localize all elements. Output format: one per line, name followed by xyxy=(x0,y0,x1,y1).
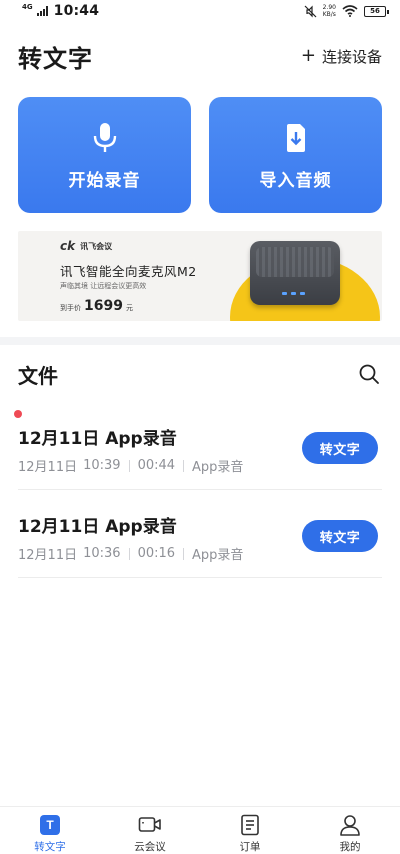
search-icon xyxy=(359,364,379,384)
meta-separator xyxy=(128,459,130,472)
video-icon xyxy=(138,814,162,836)
banner-tagline: 声临其境 让远程会议更高效 xyxy=(60,282,147,290)
nav-item-cloud-meeting[interactable]: 云会议 xyxy=(100,807,200,854)
nav-item-profile[interactable]: 我的 xyxy=(300,807,400,854)
file-date: 12月11日 xyxy=(18,548,78,563)
file-title: 12月11日 App录音 xyxy=(18,429,177,449)
file-item[interactable]: 12月11日 App录音 12月11日 10:36 00:16 App录音 转文… xyxy=(18,492,382,578)
network-type: 4G xyxy=(22,2,33,11)
transcribe-button[interactable]: 转文字 xyxy=(302,432,378,464)
price-label: 到手价 xyxy=(60,304,81,312)
file-source: App录音 xyxy=(192,548,244,563)
signal-icon xyxy=(36,6,48,16)
import-file-icon xyxy=(278,120,314,156)
file-source: App录音 xyxy=(192,460,244,475)
price-unit: 元 xyxy=(125,304,133,312)
file-title: 12月11日 App录音 xyxy=(18,517,177,537)
meta-separator xyxy=(128,547,130,560)
battery-icon: 56 xyxy=(364,5,389,17)
speed-value: 2.90 xyxy=(322,4,336,11)
brand-logo-icon: ck xyxy=(60,239,76,253)
page-header: 转文字 + 连接设备 xyxy=(0,38,400,74)
files-title: 文件 xyxy=(18,363,58,388)
speed-unit: KB/s xyxy=(322,11,336,18)
banner-product: 讯飞智能全向麦克风M2 xyxy=(60,264,197,279)
transcribe-button[interactable]: 转文字 xyxy=(302,520,378,552)
search-button[interactable] xyxy=(356,361,382,387)
profile-icon xyxy=(338,814,362,836)
action-cards: 开始录音 导入音频 xyxy=(18,97,382,213)
start-recording-label: 开始录音 xyxy=(68,170,141,191)
wifi-icon xyxy=(342,5,358,17)
mute-icon xyxy=(304,5,317,17)
status-bar: 4G 10:44 2.90 KB/s 56 xyxy=(0,0,400,22)
status-left: 4G 10:44 xyxy=(22,3,99,19)
status-right: 2.90 KB/s 56 xyxy=(304,4,389,18)
meta-separator xyxy=(183,459,185,472)
nav-label: 转文字 xyxy=(34,841,66,853)
page-title: 转文字 xyxy=(18,44,93,73)
file-time: 10:39 xyxy=(83,458,121,473)
banner-brand: 讯飞会议 xyxy=(80,241,113,251)
price-value: 1699 xyxy=(84,298,123,314)
files-header: 文件 xyxy=(18,357,382,391)
nav-item-transcribe[interactable]: T 转文字 xyxy=(0,807,100,854)
section-divider xyxy=(0,337,400,345)
file-time: 10:36 xyxy=(83,546,121,561)
microphone-icon xyxy=(87,120,123,156)
meta-separator xyxy=(183,547,185,560)
connect-device-button[interactable]: + 连接设备 xyxy=(301,46,382,67)
import-audio-button[interactable]: 导入音频 xyxy=(209,97,382,213)
device-lights xyxy=(282,292,305,295)
battery-level: 56 xyxy=(370,7,380,15)
file-date: 12月11日 xyxy=(18,460,78,475)
file-duration: 00:16 xyxy=(137,546,176,561)
plus-icon: + xyxy=(300,45,316,66)
status-time: 10:44 xyxy=(53,3,100,19)
nav-label: 云会议 xyxy=(134,841,166,853)
nav-item-orders[interactable]: 订单 xyxy=(200,807,300,854)
connect-device-label: 连接设备 xyxy=(321,47,382,66)
order-icon xyxy=(238,814,262,836)
banner-logo: ck 讯飞会议 xyxy=(60,239,112,253)
banner-price: 到手价 1699 元 xyxy=(60,298,133,314)
transcribe-icon: T xyxy=(38,814,62,836)
file-item[interactable]: 12月11日 App录音 12月11日 10:39 00:44 App录音 转文… xyxy=(14,404,382,490)
network-speed: 2.90 KB/s xyxy=(323,4,336,18)
unread-dot xyxy=(14,410,22,418)
file-duration: 00:44 xyxy=(137,458,176,473)
promo-banner[interactable]: ck 讯飞会议 讯飞智能全向麦克风M2 声临其境 让远程会议更高效 到手价 16… xyxy=(18,231,382,321)
nav-label: 我的 xyxy=(339,841,361,853)
product-image xyxy=(250,241,340,305)
bottom-nav: T 转文字 云会议 订单 我的 xyxy=(0,806,400,854)
file-meta: 12月11日 10:36 00:16 App录音 xyxy=(18,544,243,563)
nav-label: 订单 xyxy=(239,841,261,853)
start-recording-button[interactable]: 开始录音 xyxy=(18,97,191,213)
import-audio-label: 导入音频 xyxy=(259,170,332,191)
file-meta: 12月11日 10:39 00:44 App录音 xyxy=(18,456,243,475)
